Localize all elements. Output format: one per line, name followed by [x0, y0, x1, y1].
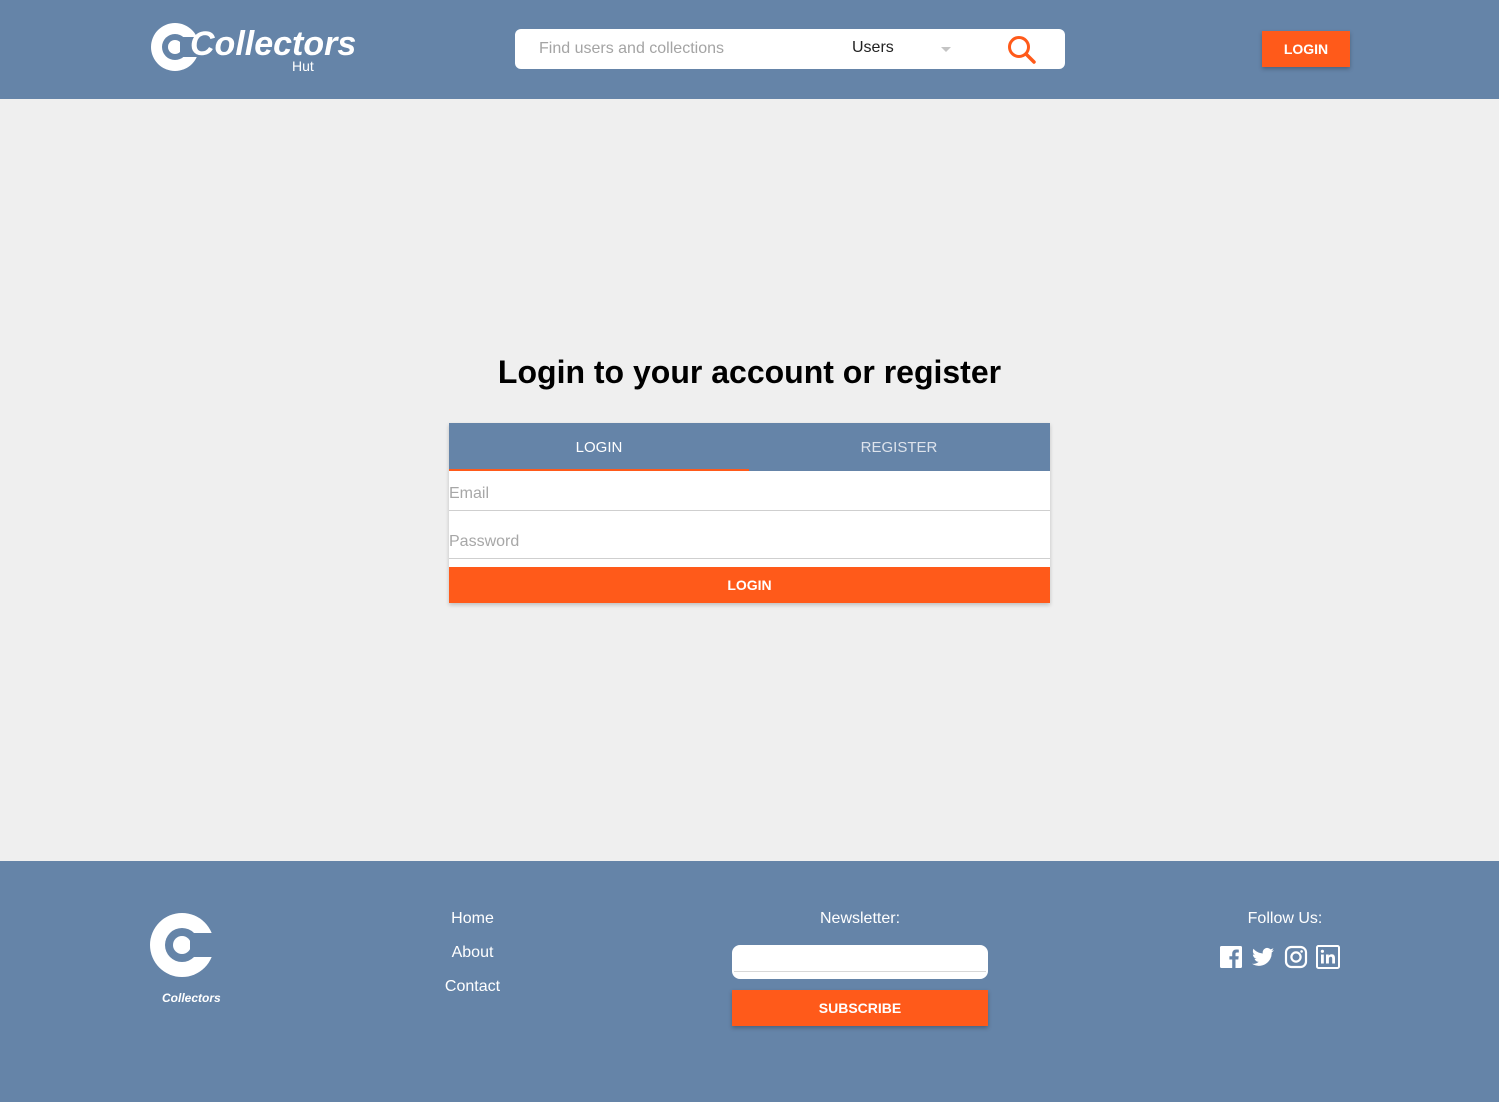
search-input[interactable]	[539, 37, 839, 61]
login-submit-button[interactable]: LOGIN	[449, 567, 1050, 603]
follow-us-title: Follow Us:	[1247, 910, 1323, 927]
auth-card: LOGIN REGISTER LOGIN	[449, 423, 1050, 603]
email-input[interactable]	[449, 481, 1049, 507]
linkedin-icon	[1316, 945, 1340, 969]
newsletter-title: Newsletter:	[819, 910, 901, 927]
search-button[interactable]	[1005, 33, 1039, 67]
footer-link-about[interactable]: About	[420, 943, 525, 977]
twitter-link[interactable]	[1251, 945, 1275, 969]
footer-nav: Home About Contact	[420, 909, 525, 1011]
footer-link-home[interactable]: Home	[420, 909, 525, 943]
footer-brand-name: Collectors	[162, 991, 221, 1005]
search-category-select[interactable]: Users	[852, 37, 957, 61]
footer-link-contact[interactable]: Contact	[420, 977, 525, 1011]
footer-logo[interactable]: Collectors	[150, 909, 221, 1011]
tab-login[interactable]: LOGIN	[449, 423, 749, 471]
page-title: Login to your account or register	[497, 354, 1002, 390]
instagram-link[interactable]	[1284, 945, 1308, 969]
email-field	[449, 471, 1050, 511]
facebook-link[interactable]	[1219, 945, 1243, 969]
password-field	[449, 519, 1050, 559]
auth-tabs: LOGIN REGISTER	[449, 423, 1050, 471]
field-spacer	[449, 511, 1050, 519]
facebook-icon	[1220, 946, 1242, 968]
chevron-down-icon	[941, 47, 951, 52]
newsletter-input-underline	[734, 971, 986, 972]
instagram-icon	[1284, 945, 1308, 969]
password-input[interactable]	[449, 529, 1049, 555]
search-bar: Users	[515, 29, 1065, 69]
field-spacer	[449, 559, 1050, 567]
top-header: Collectors Hut Users LOGIN	[0, 0, 1499, 99]
brand-name: Collectors	[190, 25, 357, 63]
brand-subtitle: Hut	[292, 58, 314, 74]
logo-mark-icon	[150, 913, 220, 977]
search-category-value: Users	[852, 39, 894, 56]
newsletter-email-input[interactable]	[732, 945, 988, 979]
linkedin-link[interactable]	[1316, 945, 1340, 969]
site-footer: Collectors Home About Contact Newsletter…	[0, 861, 1499, 1102]
twitter-icon	[1252, 947, 1274, 966]
brand-logo[interactable]: Collectors Hut	[150, 20, 356, 76]
tab-register[interactable]: REGISTER	[749, 423, 1049, 471]
header-login-button[interactable]: LOGIN	[1262, 31, 1350, 67]
subscribe-button[interactable]: SUBSCRIBE	[732, 990, 988, 1026]
search-icon	[1008, 36, 1036, 64]
